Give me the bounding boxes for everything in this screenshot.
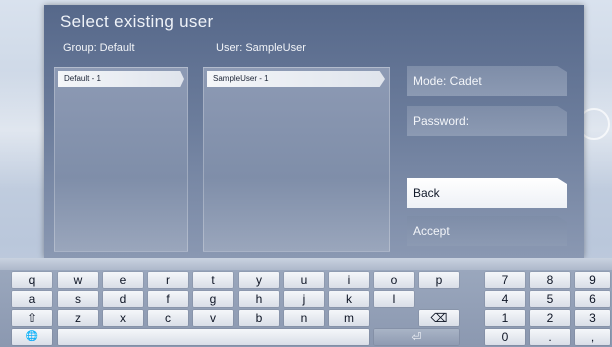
key-f[interactable]: f bbox=[148, 291, 188, 307]
select-user-dialog: Select existing user Group: Default User… bbox=[44, 5, 584, 258]
key-u[interactable]: u bbox=[284, 272, 324, 288]
key-p[interactable]: p bbox=[419, 272, 459, 288]
user-list-item[interactable]: SampleUser - 1 bbox=[207, 71, 385, 87]
key-0[interactable]: 0 bbox=[485, 329, 525, 345]
group-list[interactable]: Default - 1 bbox=[54, 67, 188, 252]
key-e[interactable]: e bbox=[103, 272, 143, 288]
key-4[interactable]: 4 bbox=[485, 291, 525, 307]
key-8[interactable]: 8 bbox=[530, 272, 570, 288]
key-x[interactable]: x bbox=[103, 310, 143, 326]
key-h[interactable]: h bbox=[239, 291, 279, 307]
key-comma[interactable]: , bbox=[575, 329, 610, 345]
group-header: Group: Default bbox=[63, 42, 135, 54]
key-c[interactable]: c bbox=[148, 310, 188, 326]
backspace-key[interactable]: ⌫ bbox=[419, 310, 459, 326]
key-z[interactable]: z bbox=[58, 310, 98, 326]
keyboard-top-strip bbox=[0, 258, 612, 270]
key-3[interactable]: 3 bbox=[575, 310, 610, 326]
key-i[interactable]: i bbox=[329, 272, 369, 288]
user-list[interactable]: SampleUser - 1 bbox=[203, 67, 390, 252]
space-key[interactable] bbox=[58, 329, 369, 345]
key-period[interactable]: . bbox=[530, 329, 570, 345]
key-6[interactable]: 6 bbox=[575, 291, 610, 307]
key-5[interactable]: 5 bbox=[530, 291, 570, 307]
password-field[interactable]: Password: bbox=[407, 106, 567, 136]
key-g[interactable]: g bbox=[193, 291, 233, 307]
key-1[interactable]: 1 bbox=[485, 310, 525, 326]
globe-icon[interactable]: 🌐 bbox=[12, 329, 52, 345]
key-d[interactable]: d bbox=[103, 291, 143, 307]
user-header: User: SampleUser bbox=[216, 42, 306, 54]
enter-key[interactable]: ⏎ bbox=[374, 329, 459, 345]
mode-button[interactable]: Mode: Cadet bbox=[407, 66, 567, 96]
accept-button[interactable]: Accept bbox=[407, 216, 567, 246]
key-m[interactable]: m bbox=[329, 310, 369, 326]
key-n[interactable]: n bbox=[284, 310, 324, 326]
key-7[interactable]: 7 bbox=[485, 272, 525, 288]
key-a[interactable]: a bbox=[12, 291, 52, 307]
shift-key[interactable]: ⇧ bbox=[12, 310, 52, 326]
key-k[interactable]: k bbox=[329, 291, 369, 307]
back-button[interactable]: Back bbox=[407, 178, 567, 208]
key-b[interactable]: b bbox=[239, 310, 279, 326]
key-t[interactable]: t bbox=[193, 272, 233, 288]
key-l[interactable]: l bbox=[374, 291, 414, 307]
dialog-title: Select existing user bbox=[60, 12, 214, 31]
key-s[interactable]: s bbox=[58, 291, 98, 307]
key-q[interactable]: q bbox=[12, 272, 52, 288]
key-9[interactable]: 9 bbox=[575, 272, 610, 288]
key-y[interactable]: y bbox=[239, 272, 279, 288]
key-w[interactable]: w bbox=[58, 272, 98, 288]
key-o[interactable]: o bbox=[374, 272, 414, 288]
on-screen-keyboard: q w e r t y u i o p a s d f g h j k l ⇧ … bbox=[0, 270, 612, 347]
key-j[interactable]: j bbox=[284, 291, 324, 307]
group-list-item[interactable]: Default - 1 bbox=[58, 71, 184, 87]
key-2[interactable]: 2 bbox=[530, 310, 570, 326]
key-v[interactable]: v bbox=[193, 310, 233, 326]
key-r[interactable]: r bbox=[148, 272, 188, 288]
